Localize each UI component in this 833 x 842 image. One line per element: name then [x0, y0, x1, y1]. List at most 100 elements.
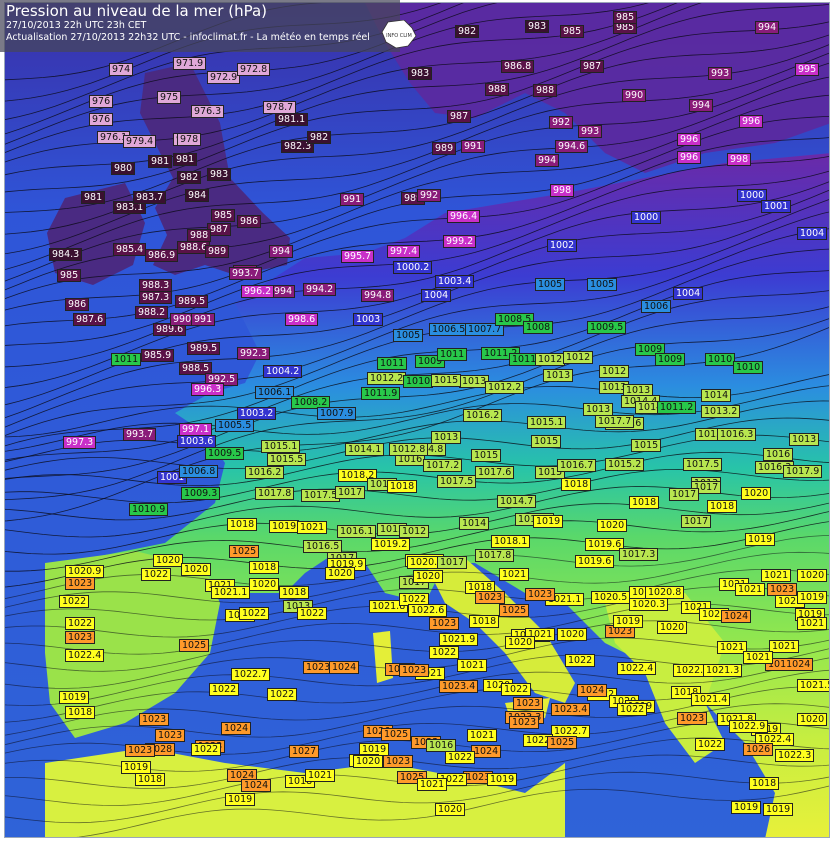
station-pressure-label: 1017.5 [683, 458, 723, 471]
station-pressure-label: 1020 [435, 803, 466, 816]
station-pressure-label: 984.3 [49, 248, 83, 261]
station-pressure-label: 1013 [543, 369, 574, 382]
station-pressure-label: 1012 [399, 525, 430, 538]
station-pressure-label: 1015.5 [267, 453, 307, 466]
station-pressure-label: 1019 [745, 533, 776, 546]
station-pressure-label: 993 [578, 125, 603, 138]
station-pressure-label: 974 [109, 63, 134, 76]
station-pressure-label: 1020.5 [591, 591, 631, 604]
station-pressure-label: 1020 [797, 713, 828, 726]
station-pressure-label: 1001 [761, 200, 792, 213]
station-pressure-label: 981.1 [275, 113, 309, 126]
station-pressure-label: 1020 [505, 636, 536, 649]
station-pressure-label: 983 [408, 67, 433, 80]
station-pressure-label: 1022 [445, 751, 476, 764]
station-pressure-label: 1008 [523, 321, 554, 334]
station-pressure-label: 998 [550, 184, 575, 197]
station-pressure-label: 981 [81, 191, 106, 204]
station-pressure-label: 1015.2 [605, 458, 645, 471]
station-pressure-label: 1006 [641, 300, 672, 313]
station-pressure-label: 1005 [535, 278, 566, 291]
station-pressure-label: 995 [795, 63, 820, 76]
station-pressure-label: 982 [177, 171, 202, 184]
station-pressure-label: 1021.5 [797, 679, 829, 692]
station-pressure-label: 1022.3 [775, 749, 815, 762]
station-pressure-label: 989.5 [187, 342, 221, 355]
station-pressure-label: 1023 [65, 631, 96, 644]
station-pressure-label: 1021 [457, 659, 488, 672]
station-pressure-label: 1015 [431, 374, 462, 387]
station-pressure-label: 1021 [297, 521, 328, 534]
station-pressure-label: 1017.2 [423, 459, 463, 472]
station-pressure-label: 1020 [249, 578, 280, 591]
station-pressure-label: 998.6 [285, 313, 319, 326]
station-pressure-label: 1018 [707, 500, 738, 513]
station-pressure-label: 996 [677, 151, 702, 164]
station-pressure-label: 1018 [65, 706, 96, 719]
station-pressure-label: 1022.9 [729, 720, 769, 733]
station-pressure-label: 1023 [125, 744, 156, 757]
station-pressure-label: 1019 [763, 803, 794, 816]
station-pressure-label: 1002 [547, 239, 578, 252]
station-pressure-label: 1018 [561, 478, 592, 491]
station-pressure-label: 987 [580, 60, 605, 73]
station-pressure-label: 994.8 [361, 289, 395, 302]
station-pressure-label: 1011.9 [361, 387, 401, 400]
station-pressure-label: 1024 [577, 684, 608, 697]
station-pressure-label: 1021 [797, 617, 828, 630]
station-pressure-label: 991 [340, 193, 365, 206]
station-pressure-label: 1010.9 [129, 503, 169, 516]
station-pressure-label: 1022 [617, 703, 648, 716]
station-pressure-label: 1022 [565, 654, 596, 667]
station-pressure-label: 1022.6 [408, 604, 448, 617]
station-pressure-label: 985 [560, 25, 585, 38]
station-pressure-label: 1009 [655, 353, 686, 366]
station-pressure-label: 992 [549, 116, 574, 129]
station-pressure-label: 994.2 [303, 283, 337, 296]
station-pressure-label: 976 [89, 95, 114, 108]
map-header: Pression au niveau de la mer (hPa) 27/10… [0, 0, 400, 52]
station-pressure-label: 1021.4 [691, 693, 731, 706]
station-pressure-label: 989 [432, 142, 457, 155]
station-pressure-label: 1025 [499, 604, 530, 617]
station-pressure-label: 983 [525, 20, 550, 33]
station-pressure-label: 1006.8 [179, 465, 219, 478]
station-pressure-label: 1021.3 [703, 664, 743, 677]
station-pressure-label: 990 [622, 89, 647, 102]
station-pressure-label: 1019 [269, 520, 300, 533]
station-pressure-label: 1025 [381, 728, 412, 741]
station-pressure-label: 1025 [179, 639, 210, 652]
station-pressure-label: 989.5 [175, 295, 209, 308]
station-pressure-label: 1019 [487, 773, 518, 786]
station-pressure-label: 1011 [111, 353, 142, 366]
station-pressure-label: 1022 [267, 688, 298, 701]
station-pressure-label: 1016.2 [245, 466, 285, 479]
station-pressure-label: 1020 [797, 569, 828, 582]
station-pressure-label: 991 [191, 313, 216, 326]
station-pressure-label: 985.9 [141, 349, 175, 362]
station-pressure-label: 1020 [153, 554, 184, 567]
station-pressure-label: 1022 [297, 607, 328, 620]
station-pressure-label: 1019.2 [371, 538, 411, 551]
station-pressure-label: 1011 [377, 357, 408, 370]
station-pressure-label: 1015 [531, 435, 562, 448]
station-pressure-label: 1019 [797, 591, 828, 604]
station-pressure-label: 995.7 [341, 250, 375, 263]
station-pressure-label: 1022 [429, 646, 460, 659]
station-pressure-label: 972.9 [207, 71, 241, 84]
station-pressure-label: 1024 [721, 610, 752, 623]
station-pressure-label: 1022.7 [231, 668, 271, 681]
station-pressure-label: 1022 [695, 738, 726, 751]
station-pressure-label: 994 [755, 21, 780, 34]
station-pressure-label: 1015 [631, 439, 662, 452]
station-pressure-label: 1012 [599, 365, 630, 378]
station-pressure-label: 994 [269, 245, 294, 258]
station-pressure-label: 1022 [191, 743, 222, 756]
station-pressure-label: 1021 [417, 778, 448, 791]
station-pressure-label: 985.4 [113, 243, 147, 256]
station-pressure-label: 1018.1 [491, 535, 531, 548]
station-pressure-label: 1012.2 [485, 381, 525, 394]
station-pressure-label: 1018 [227, 518, 258, 531]
station-pressure-label: 1026 [743, 743, 774, 756]
station-pressure-label: 1022 [59, 595, 90, 608]
